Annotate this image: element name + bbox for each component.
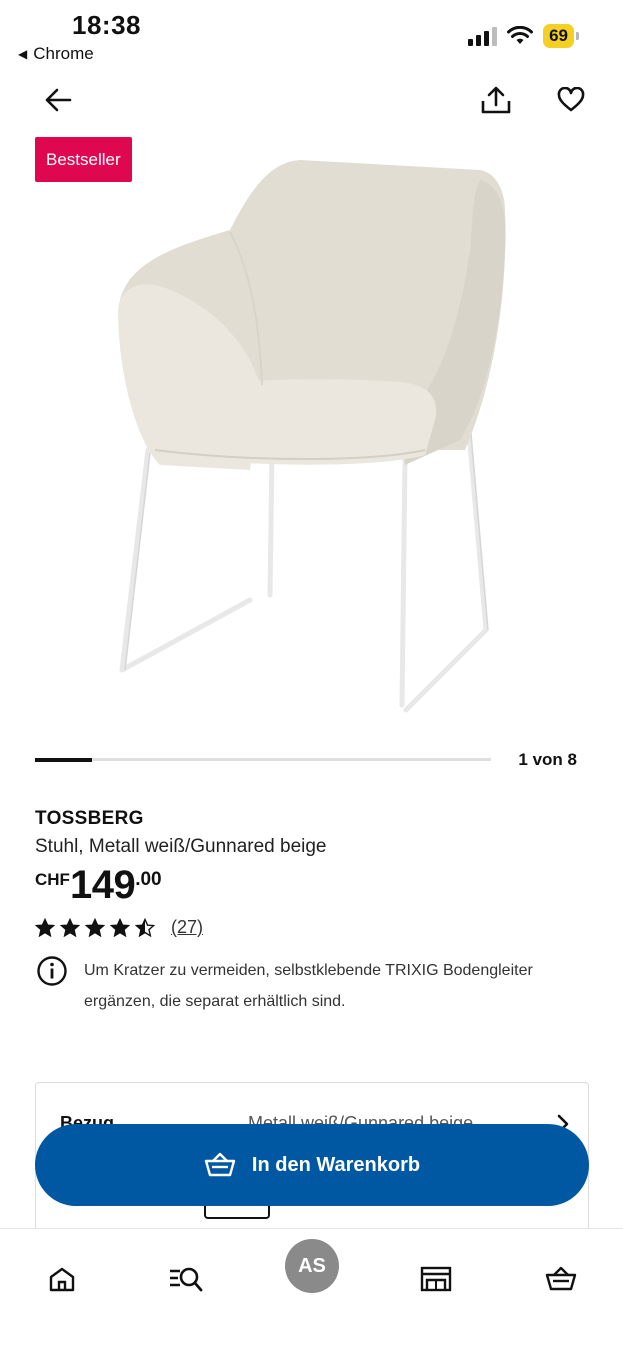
status-bar: 18:38 ◀ Chrome 69 — [0, 0, 623, 70]
heart-icon — [557, 87, 585, 112]
star-icon — [35, 917, 55, 937]
nav-home[interactable] — [34, 1251, 90, 1307]
battery-tip — [576, 32, 579, 40]
back-triangle-icon: ◀ — [18, 47, 28, 61]
add-to-cart-button[interactable]: In den Warenkorb — [35, 1124, 589, 1206]
product-description: Stuhl, Metall weiß/Gunnared beige — [35, 836, 327, 857]
price-main: 149 — [69, 863, 136, 907]
basket-icon — [545, 1266, 577, 1291]
battery-indicator: 69 — [543, 24, 579, 48]
battery-level: 69 — [543, 24, 574, 48]
cellular-signal-icon — [468, 26, 498, 46]
nav-profile-avatar[interactable]: AS — [285, 1239, 339, 1293]
price-currency: CHF — [35, 870, 70, 889]
favorite-button[interactable] — [549, 78, 593, 122]
rating-stars — [35, 917, 155, 938]
info-text: Um Kratzer zu vermeiden, selbstklebende … — [84, 962, 533, 1010]
status-time: 18:38 — [72, 10, 141, 40]
nav-cart[interactable] — [533, 1251, 589, 1307]
share-button[interactable] — [474, 78, 518, 122]
status-icons: 69 — [468, 24, 579, 48]
carousel-progress-fill — [35, 757, 92, 762]
bottom-navigation: AS — [0, 1228, 623, 1350]
carousel-progress — [35, 757, 491, 762]
arrow-left-icon — [45, 88, 72, 112]
star-icon — [60, 917, 80, 937]
product-price: CHF 149 .00 — [35, 862, 162, 908]
store-icon — [420, 1266, 452, 1292]
nav-store[interactable] — [408, 1251, 464, 1307]
wifi-icon — [507, 26, 534, 44]
rating[interactable]: (27) — [35, 917, 203, 938]
chair-seat — [140, 379, 437, 465]
basket-icon — [204, 1152, 236, 1177]
product-image[interactable] — [100, 150, 520, 720]
carousel-counter: 1 von 8 — [518, 750, 577, 769]
info-notice: Um Kratzer zu vermeiden, selbstklebende … — [36, 955, 556, 1017]
star-icon — [135, 917, 155, 937]
star-icon — [85, 917, 105, 937]
back-button[interactable] — [36, 78, 80, 122]
back-app-label: Chrome — [33, 44, 94, 63]
search-list-icon — [170, 1267, 203, 1292]
nav-search[interactable] — [158, 1251, 214, 1307]
review-count-link[interactable]: (27) — [171, 917, 203, 938]
product-name: TOSSBERG — [35, 808, 144, 829]
star-icon — [110, 917, 130, 937]
back-to-app[interactable]: ◀ Chrome — [18, 44, 94, 64]
info-icon — [37, 956, 67, 986]
add-to-cart-label: In den Warenkorb — [251, 1153, 421, 1176]
price-decimals: .00 — [135, 869, 162, 890]
home-icon — [49, 1267, 75, 1292]
share-icon — [481, 86, 511, 114]
